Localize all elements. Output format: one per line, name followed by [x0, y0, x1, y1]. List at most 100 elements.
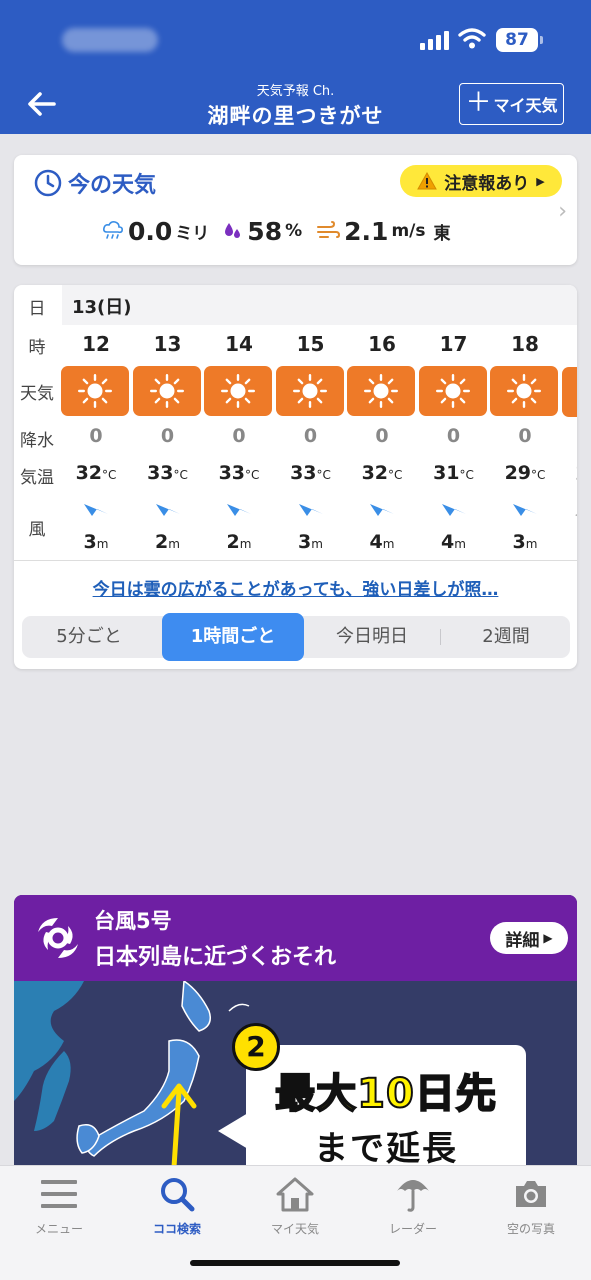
temp-value: 33°C: [276, 462, 346, 484]
wind-direction-arrow: [133, 500, 203, 522]
add-my-weather-label: マイ天気: [493, 96, 558, 115]
warning-icon: [417, 172, 438, 190]
precip-value: 0: [490, 425, 560, 447]
hour-label: 15: [276, 332, 346, 356]
tab-search-label: ココ検索: [152, 1222, 201, 1236]
precip-value: 0: [61, 425, 131, 447]
wind-direction-arrow: [419, 500, 489, 522]
battery-icon: 87: [496, 28, 543, 52]
sun-icon: [275, 366, 344, 416]
bubble-subline: まで延長: [314, 1129, 458, 1167]
tab-sky-photo[interactable]: 空の写真: [472, 1174, 590, 1237]
wind-direction-arrow: [276, 500, 346, 522]
wind-speed-number: 2: [155, 531, 169, 553]
tab-sky-photo-label: 空の写真: [506, 1222, 555, 1236]
tab-2weeks[interactable]: 2週間: [442, 616, 570, 658]
speech-bubble-tail: [218, 1113, 248, 1149]
temp-value: 31°C: [419, 462, 489, 484]
hour-value: 12: [82, 332, 110, 356]
hourly-forecast-card: 日 13(日) 時 天気 降水 気温 風 12 0 32°C 3m 13 0 33°C 2m 1…: [14, 285, 577, 669]
precip-amount: 0: [518, 425, 532, 447]
forecast-date: 13(日): [72, 297, 132, 318]
temp-number: 32: [75, 462, 103, 484]
temp-unit: °C: [316, 468, 331, 482]
wind-arrow-icon: [369, 503, 395, 522]
hour-label: 14: [204, 332, 274, 356]
humidity-unit: %: [285, 221, 303, 241]
row-label-hour: 時: [28, 338, 46, 358]
typhoon-detail-button[interactable]: 詳細 ▶: [490, 922, 568, 954]
add-my-weather-button[interactable]: ＋ マイ天気: [459, 83, 564, 125]
temp-value: 33°C: [204, 462, 274, 484]
next-hour-wind-partial: ◂: [575, 503, 577, 525]
typhoon-banner-header: 台風5号 日本列島に近づくおそれ 詳細 ▶: [14, 895, 577, 981]
hour-label: 16: [347, 332, 417, 356]
humidity-value: 58: [247, 216, 283, 246]
wind-speed-unit: m/s: [391, 221, 426, 241]
weather-cell: [275, 366, 346, 416]
sun-icon: [61, 366, 129, 416]
tab-search[interactable]: ココ検索: [118, 1174, 236, 1237]
tab-5min[interactable]: 5分ごと: [22, 616, 156, 658]
temp-unit: °C: [245, 468, 260, 482]
temp-unit: °C: [173, 468, 188, 482]
temp-number: 33: [147, 462, 174, 484]
wind-unit: m: [454, 537, 466, 551]
segment-separator: [440, 629, 441, 645]
temp-number: 33: [218, 462, 246, 484]
humidity-drop-icon: [225, 223, 241, 238]
wind-direction-arrow: [490, 500, 560, 522]
tab-menu[interactable]: メニュー: [0, 1174, 118, 1237]
wind-unit: m: [96, 537, 109, 551]
current-weather-card[interactable]: 今の天気 注意報あり ▶ 0.0 ミリ 58 % 2.1 m/s 東 ›: [14, 155, 577, 265]
wind-direction-arrow: [204, 500, 274, 522]
hour-value: 16: [368, 332, 396, 356]
tab-today-tomorrow[interactable]: 今日明日: [312, 616, 432, 658]
precip-amount: 0: [89, 425, 103, 447]
typhoon-subtitle: 日本列島に近づくおそれ: [94, 945, 337, 970]
precip-value: 0.0: [128, 216, 173, 246]
weather-cell: [132, 366, 203, 416]
wind-speed: 3m: [61, 531, 131, 553]
precip-value: 0: [204, 425, 274, 447]
next-hour-sun-partial: [562, 367, 577, 417]
wifi-icon: [458, 28, 486, 49]
signal-icon: [420, 30, 450, 50]
divider: [14, 560, 577, 561]
wind-arrow-icon: [512, 503, 538, 522]
precip-amount: 0: [232, 425, 246, 447]
tab-radar-label: レーダー: [388, 1222, 437, 1236]
sun-icon: [418, 366, 487, 416]
speech-bubble: 最大10日先 まで延長: [246, 1045, 526, 1167]
bubble-headline: 最大10日先: [274, 1070, 497, 1118]
tab-radar[interactable]: レーダー: [354, 1174, 472, 1237]
tab-my-weather-label: マイ天気: [270, 1222, 319, 1236]
tab-hourly[interactable]: 1時間ごと: [162, 613, 304, 661]
sun-icon: [132, 366, 201, 416]
typhoon-detail-label: 詳細: [505, 930, 540, 951]
typhoon-icon: [38, 918, 78, 958]
umbrella-icon: [354, 1174, 472, 1214]
weather-cell: [204, 366, 274, 416]
precip-value: 0: [347, 425, 417, 447]
precip-amount: 0: [375, 425, 389, 447]
clock-icon: [34, 169, 62, 197]
hour-value: 17: [439, 332, 468, 356]
weather-cell: [347, 366, 417, 416]
wind-icon: [317, 221, 341, 238]
hour-value: 13: [153, 332, 182, 356]
rain-icon: [103, 221, 123, 239]
wind-speed-number: 4: [369, 531, 383, 553]
forecast-summary-link[interactable]: 今日は雲の広がることがあっても、強い日差しが照…: [14, 575, 577, 600]
wind-speed-number: 3: [83, 531, 97, 553]
tab-my-weather[interactable]: マイ天気: [236, 1174, 354, 1237]
wind-arrow-icon: [298, 503, 324, 522]
wind-speed-number: 3: [512, 531, 526, 553]
sun-icon: [347, 366, 415, 416]
wind-arrow-icon: [83, 503, 109, 522]
current-weather-title: 今の天気: [68, 173, 157, 198]
temp-unit: °C: [459, 468, 474, 482]
wind-unit: m: [525, 537, 538, 551]
alert-badge[interactable]: 注意報あり ▶: [400, 165, 562, 197]
typhoon-banner[interactable]: 台風5号 日本列島に近づくおそれ 詳細 ▶ 最大10日先 まで延長 2: [14, 895, 577, 1167]
